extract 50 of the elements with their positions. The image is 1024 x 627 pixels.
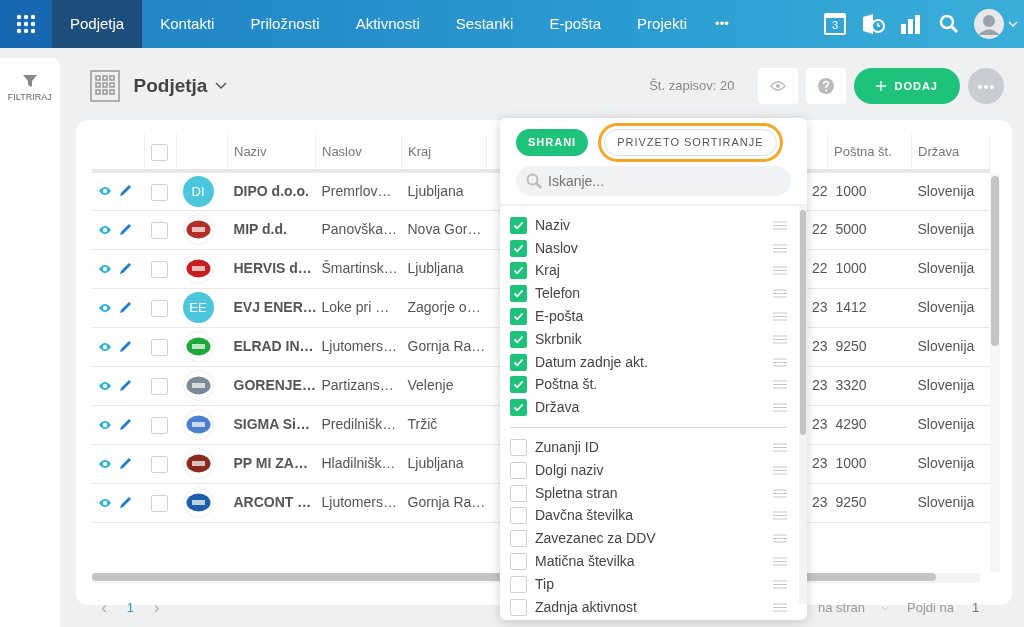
postal-code-cell: 1000 [835, 260, 867, 276]
address-cell: Hladilnišk… [321, 455, 396, 471]
city-cell: Nova Gor… [407, 221, 482, 237]
date-cell: 23 [811, 416, 828, 432]
date-cell: 23 [811, 338, 828, 354]
city-cell: Ljubljana [407, 455, 464, 471]
calendar-icon: 3 [824, 13, 846, 35]
address-cell: Loke pri … [321, 299, 390, 315]
postal-code-cell: 4290 [835, 416, 867, 432]
address-cell: Partizans… [321, 377, 394, 393]
postal-code-cell: 5000 [835, 221, 867, 237]
goto-label: Pojdi na [907, 599, 954, 618]
country-cell: Slovenija [917, 416, 975, 432]
address-cell: Ljutomers… [321, 494, 397, 510]
address-cell: Šmartinsk… [321, 260, 398, 276]
date-cell: 23 [811, 494, 828, 510]
city-cell: Velenje [407, 377, 454, 393]
country-cell: Slovenija [917, 182, 975, 199]
city-cell: Gornja Ra… [407, 494, 486, 510]
address-cell: Premrlov… [321, 182, 392, 199]
postal-code-cell: 9250 [835, 338, 867, 354]
initials-avatar: DI [182, 175, 214, 207]
country-cell: Slovenija [917, 260, 975, 276]
postal-code-cell: 1412 [835, 299, 867, 315]
date-cell: 22 [811, 260, 828, 276]
city-cell: Gornja Ra… [407, 338, 486, 354]
city-cell: Ljubljana [407, 260, 464, 276]
date-cell: 22 [811, 182, 828, 199]
date-cell: 23 [811, 377, 828, 393]
country-cell: Slovenija [917, 221, 975, 237]
postal-code-cell: 3320 [835, 377, 867, 393]
country-cell: Slovenija [917, 299, 975, 315]
initials-avatar: EE [182, 292, 214, 323]
postal-code-cell: 9250 [835, 494, 867, 510]
city-cell: Zagorje o… [407, 299, 481, 315]
address-cell: Predilnišk… [321, 416, 397, 432]
country-cell: Slovenija [917, 338, 975, 354]
city-cell: Ljubljana [407, 182, 464, 199]
country-cell: Slovenija [917, 377, 975, 393]
address-cell: Ljutomers… [321, 338, 397, 354]
city-cell: Tržič [407, 416, 438, 432]
date-cell: 23 [811, 299, 828, 315]
postal-code-cell: 1000 [835, 182, 867, 199]
postal-code-cell: 1000 [835, 455, 867, 471]
country-cell: Slovenija [917, 455, 975, 471]
date-cell: 22 [811, 221, 828, 237]
country-cell: Slovenija [917, 494, 975, 510]
address-cell: Panovška… [321, 221, 397, 237]
record-count: Št. zapisov: 20 [649, 77, 735, 96]
date-cell: 23 [811, 455, 828, 471]
